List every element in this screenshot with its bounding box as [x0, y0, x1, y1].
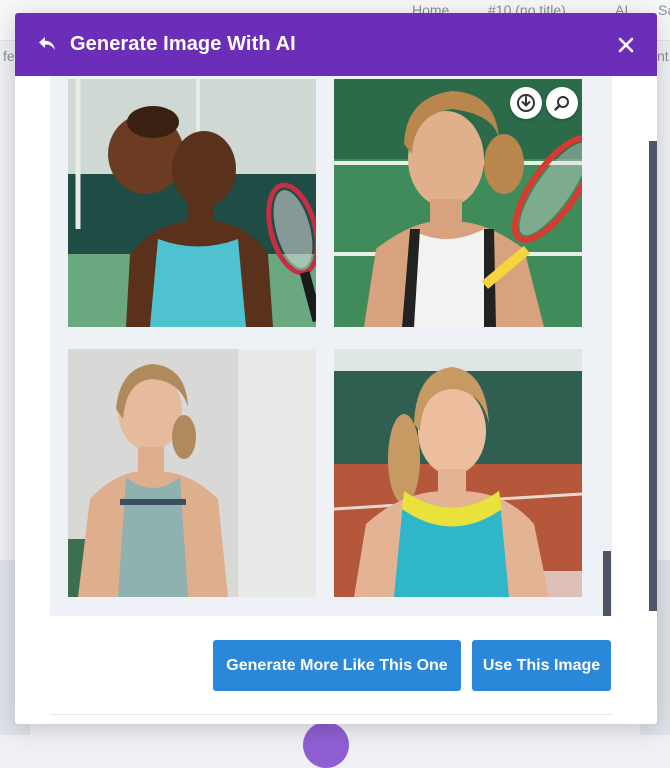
generate-image-modal: Generate Image With AI Generate More Lik… [15, 13, 657, 724]
modal-header: Generate Image With AI [15, 13, 657, 76]
image-gallery [50, 76, 612, 616]
bg-nav-save: Sa [658, 2, 670, 18]
generated-image-2[interactable] [334, 79, 582, 327]
modal-scrollbar[interactable] [649, 141, 657, 611]
close-icon[interactable] [618, 37, 634, 53]
undo-arrow-icon[interactable] [36, 33, 58, 55]
download-icon[interactable] [510, 87, 542, 119]
bg-purple-circle [303, 722, 349, 768]
generated-image-4[interactable] [334, 349, 582, 597]
generated-image-3[interactable] [68, 349, 316, 597]
use-image-button[interactable]: Use This Image [472, 640, 611, 691]
zoom-icon[interactable] [546, 87, 578, 119]
generated-image-1[interactable] [68, 79, 316, 327]
modal-title: Generate Image With AI [70, 33, 296, 55]
bg-text-right: nt [657, 48, 669, 64]
footer-divider [50, 714, 612, 715]
generate-more-button[interactable]: Generate More Like This One [213, 640, 461, 691]
bg-text-left: fe [3, 48, 15, 64]
gallery-scrollbar[interactable] [603, 551, 611, 616]
